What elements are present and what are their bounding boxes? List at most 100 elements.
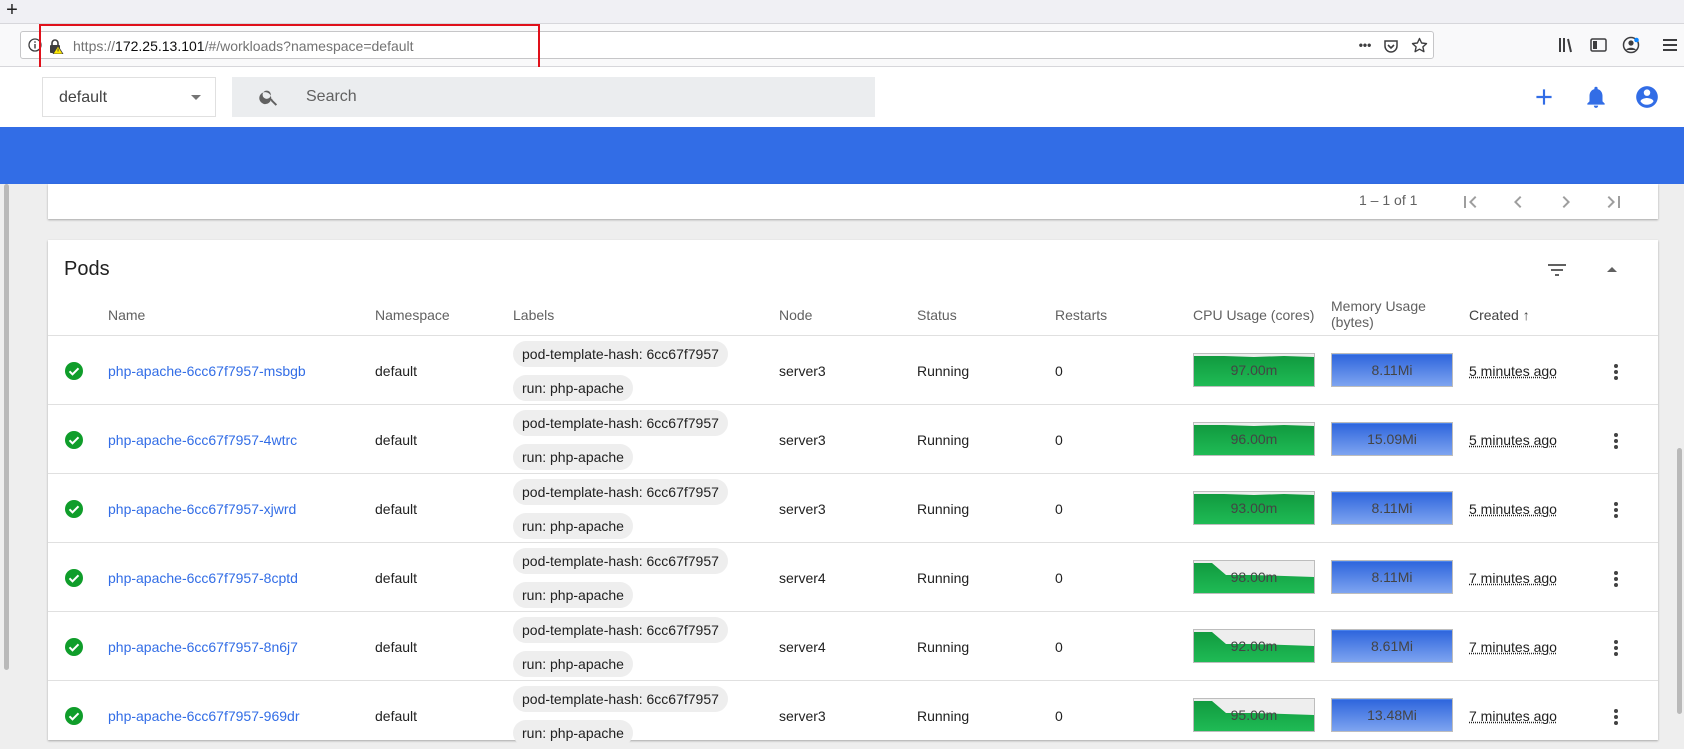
pod-node-link[interactable]: server3 xyxy=(779,363,826,379)
cpu-usage-sparkline: 97.00m xyxy=(1193,353,1315,387)
memory-usage-sparkline: 8.11Mi xyxy=(1331,560,1453,594)
check-circle-icon xyxy=(65,707,83,725)
pod-namespace: default xyxy=(375,501,418,517)
pod-name-link[interactable]: php-apache-6cc67f7957-969dr xyxy=(108,708,299,724)
pod-node-link[interactable]: server3 xyxy=(779,708,826,724)
pods-title: Pods xyxy=(64,258,110,280)
table-row[interactable]: php-apache-6cc67f7957-xjwrd default pod-te… xyxy=(48,473,1658,542)
column-header-created-label: Created xyxy=(1469,307,1519,323)
more-vert-icon[interactable] xyxy=(1613,638,1619,658)
memory-usage-value: 8.11Mi xyxy=(1371,569,1413,585)
table-row[interactable]: php-apache-6cc67f7957-8n6j7 default pod-te… xyxy=(48,611,1658,680)
label-chip: run: php-apache xyxy=(513,444,633,470)
pocket-icon[interactable] xyxy=(1383,38,1399,54)
more-vert-icon[interactable] xyxy=(1613,431,1619,451)
library-icon[interactable] xyxy=(1558,37,1576,53)
memory-usage-value: 8.61Mi xyxy=(1370,638,1414,654)
table-row[interactable]: php-apache-6cc67f7957-969dr default pod-te… xyxy=(48,680,1658,749)
memory-usage-value: 8.11Mi xyxy=(1371,362,1413,378)
label-chip: pod-template-hash: 6cc67f7957 xyxy=(513,479,728,505)
page-scrollbar[interactable] xyxy=(1677,448,1682,714)
account-circle-icon[interactable] xyxy=(1634,84,1660,110)
memory-usage-value: 13.48Mi xyxy=(1367,707,1417,723)
more-vert-icon[interactable] xyxy=(1613,362,1619,382)
cpu-usage-value: 93.00m xyxy=(1230,500,1278,516)
more-vert-icon[interactable] xyxy=(1613,500,1619,520)
cpu-usage-sparkline: 93.00m xyxy=(1193,491,1315,525)
bookmark-star-icon[interactable] xyxy=(1411,37,1428,54)
column-header-namespace[interactable]: Namespace xyxy=(375,307,450,323)
pod-node-link[interactable]: server3 xyxy=(779,501,826,517)
label-chip: pod-template-hash: 6cc67f7957 xyxy=(513,548,728,574)
cpu-usage-value: 92.00m xyxy=(1230,638,1278,654)
table-row[interactable]: php-apache-6cc67f7957-8cptd default pod-te… xyxy=(48,542,1658,611)
pod-created: 5 minutes ago xyxy=(1469,432,1557,448)
account-icon[interactable] xyxy=(1622,36,1640,54)
pod-namespace: default xyxy=(375,708,418,724)
pod-node-link[interactable]: server4 xyxy=(779,639,826,655)
column-header-status[interactable]: Status xyxy=(917,307,957,323)
memory-usage-sparkline: 15.09Mi xyxy=(1331,422,1453,456)
pod-namespace: default xyxy=(375,639,418,655)
filter-icon[interactable] xyxy=(1545,258,1569,282)
search-bar[interactable] xyxy=(232,77,875,117)
more-vert-icon[interactable] xyxy=(1613,707,1619,727)
label-chip: run: php-apache xyxy=(513,582,633,608)
memory-usage-sparkline: 8.11Mi xyxy=(1331,353,1453,387)
new-tab-button[interactable]: + xyxy=(3,0,21,22)
search-input[interactable] xyxy=(306,77,846,117)
plus-icon[interactable] xyxy=(1531,84,1557,110)
pod-node-link[interactable]: server4 xyxy=(779,570,826,586)
last-page-icon[interactable] xyxy=(1602,190,1626,214)
url-highlight-box xyxy=(39,24,540,73)
column-header-created[interactable]: Created ↑ xyxy=(1469,307,1530,323)
cpu-usage-value: 97.00m xyxy=(1230,362,1278,378)
column-header-memory: Memory Usage (bytes) xyxy=(1331,298,1426,330)
cpu-usage-sparkline: 96.00m xyxy=(1193,422,1315,456)
pagination-range: 1 – 1 of 1 xyxy=(1359,192,1418,208)
pod-created: 5 minutes ago xyxy=(1469,501,1557,517)
pod-created: 5 minutes ago xyxy=(1469,363,1557,379)
pods-card: Pods Name Namespace Labels Node Status R… xyxy=(48,240,1658,746)
collapse-arrow-icon[interactable] xyxy=(1600,258,1624,282)
first-page-icon[interactable] xyxy=(1458,190,1482,214)
pod-namespace: default xyxy=(375,570,418,586)
search-icon[interactable] xyxy=(258,86,280,108)
column-header-restarts[interactable]: Restarts xyxy=(1055,307,1107,323)
next-page-icon[interactable] xyxy=(1554,190,1578,214)
check-circle-icon xyxy=(65,362,83,380)
previous-page-icon[interactable] xyxy=(1506,190,1530,214)
bell-icon[interactable] xyxy=(1583,84,1609,110)
table-row[interactable]: php-apache-6cc67f7957-msbgb default pod-te… xyxy=(48,335,1658,404)
pod-name-link[interactable]: php-apache-6cc67f7957-xjwrd xyxy=(108,501,296,517)
pod-status: Running xyxy=(917,570,970,586)
menu-icon[interactable] xyxy=(1662,37,1678,53)
pod-status: Running xyxy=(917,432,970,448)
pod-restarts: 0 xyxy=(1055,501,1063,517)
check-circle-icon xyxy=(65,569,83,587)
left-scrollbar[interactable] xyxy=(4,184,9,670)
pod-name-link[interactable]: php-apache-6cc67f7957-8cptd xyxy=(108,570,298,586)
pod-node-link[interactable]: server3 xyxy=(779,432,826,448)
column-header-memory-line2: (bytes) xyxy=(1331,314,1374,330)
pod-created: 7 minutes ago xyxy=(1469,570,1557,586)
table-row[interactable]: php-apache-6cc67f7957-4wtrc default pod-te… xyxy=(48,404,1658,473)
sidebar-icon[interactable] xyxy=(1590,37,1607,53)
check-circle-icon xyxy=(65,638,83,656)
label-chip: run: php-apache xyxy=(513,513,633,539)
more-vert-icon[interactable] xyxy=(1613,569,1619,589)
label-chip: pod-template-hash: 6cc67f7957 xyxy=(513,686,728,712)
memory-usage-sparkline: 8.61Mi xyxy=(1331,629,1453,663)
pod-restarts: 0 xyxy=(1055,432,1063,448)
pod-name-link[interactable]: php-apache-6cc67f7957-8n6j7 xyxy=(108,639,298,655)
column-header-name[interactable]: Name xyxy=(108,307,145,323)
pod-name-link[interactable]: php-apache-6cc67f7957-4wtrc xyxy=(108,432,297,448)
column-header-node[interactable]: Node xyxy=(779,307,812,323)
pod-name-link[interactable]: php-apache-6cc67f7957-msbgb xyxy=(108,363,306,379)
app-header: default xyxy=(0,67,1684,127)
memory-usage-value: 8.11Mi xyxy=(1371,500,1413,516)
page-actions-icon[interactable]: ••• xyxy=(1355,37,1375,53)
pod-created: 7 minutes ago xyxy=(1469,639,1557,655)
check-circle-icon xyxy=(65,500,83,518)
namespace-selector[interactable]: default xyxy=(42,77,216,117)
